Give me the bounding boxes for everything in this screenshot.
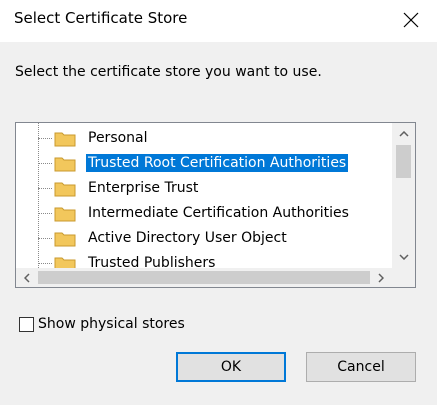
- chevron-down-icon: [398, 254, 409, 260]
- folder-icon: [54, 232, 76, 247]
- tree-item-label: Active Directory User Object: [88, 230, 287, 246]
- chevron-up-icon: [398, 131, 409, 137]
- tree-item-active-directory[interactable]: Active Directory User Object: [16, 227, 392, 249]
- show-physical-stores-checkbox[interactable]: [19, 316, 34, 332]
- tree-viewport: Personal Trusted Root Certification Auth…: [16, 123, 392, 268]
- ok-button[interactable]: OK: [176, 352, 286, 382]
- dialog-body: Select the certificate store you want to…: [0, 42, 437, 405]
- scrollbar-corner: [392, 268, 415, 287]
- tree-item-label: Enterprise Trust: [88, 180, 199, 196]
- close-button[interactable]: [393, 4, 429, 36]
- vertical-scroll-thumb[interactable]: [396, 145, 411, 178]
- folder-icon: [54, 182, 76, 197]
- folder-icon: [54, 132, 76, 147]
- folder-icon: [54, 157, 76, 172]
- tree-item-trusted-root[interactable]: Trusted Root Certification Authorities: [16, 152, 392, 174]
- tree-item-label: Personal: [88, 130, 148, 146]
- instruction-text: Select the certificate store you want to…: [15, 64, 322, 80]
- vertical-scrollbar[interactable]: [392, 123, 415, 268]
- scroll-up-button[interactable]: [392, 123, 415, 145]
- scroll-left-button[interactable]: [16, 268, 38, 287]
- certificate-store-tree[interactable]: Personal Trusted Root Certification Auth…: [15, 122, 416, 288]
- chevron-left-icon: [24, 272, 30, 283]
- tree-item-label: Trusted Publishers: [88, 255, 216, 268]
- tree-item-personal[interactable]: Personal: [16, 127, 392, 149]
- scroll-right-button[interactable]: [370, 268, 392, 287]
- scroll-down-button[interactable]: [392, 246, 415, 268]
- tree-item-intermediate[interactable]: Intermediate Certification Authorities: [16, 202, 392, 224]
- folder-icon: [54, 257, 76, 268]
- tree-item-enterprise-trust[interactable]: Enterprise Trust: [16, 177, 392, 199]
- chevron-right-icon: [378, 272, 384, 283]
- tree-item-label: Trusted Root Certification Authorities: [86, 154, 349, 172]
- folder-icon: [54, 207, 76, 222]
- show-physical-stores-option[interactable]: Show physical stores: [19, 314, 185, 334]
- show-physical-stores-label[interactable]: Show physical stores: [38, 316, 185, 332]
- cancel-button[interactable]: Cancel: [306, 352, 416, 382]
- tree-item-trusted-publishers[interactable]: Trusted Publishers: [16, 252, 392, 268]
- title-bar: Select Certificate Store: [0, 0, 437, 42]
- dialog-title: Select Certificate Store: [14, 9, 188, 27]
- horizontal-scroll-thumb[interactable]: [38, 271, 370, 284]
- tree-item-label: Intermediate Certification Authorities: [88, 205, 349, 221]
- horizontal-scrollbar[interactable]: [16, 268, 392, 287]
- close-icon: [403, 12, 419, 28]
